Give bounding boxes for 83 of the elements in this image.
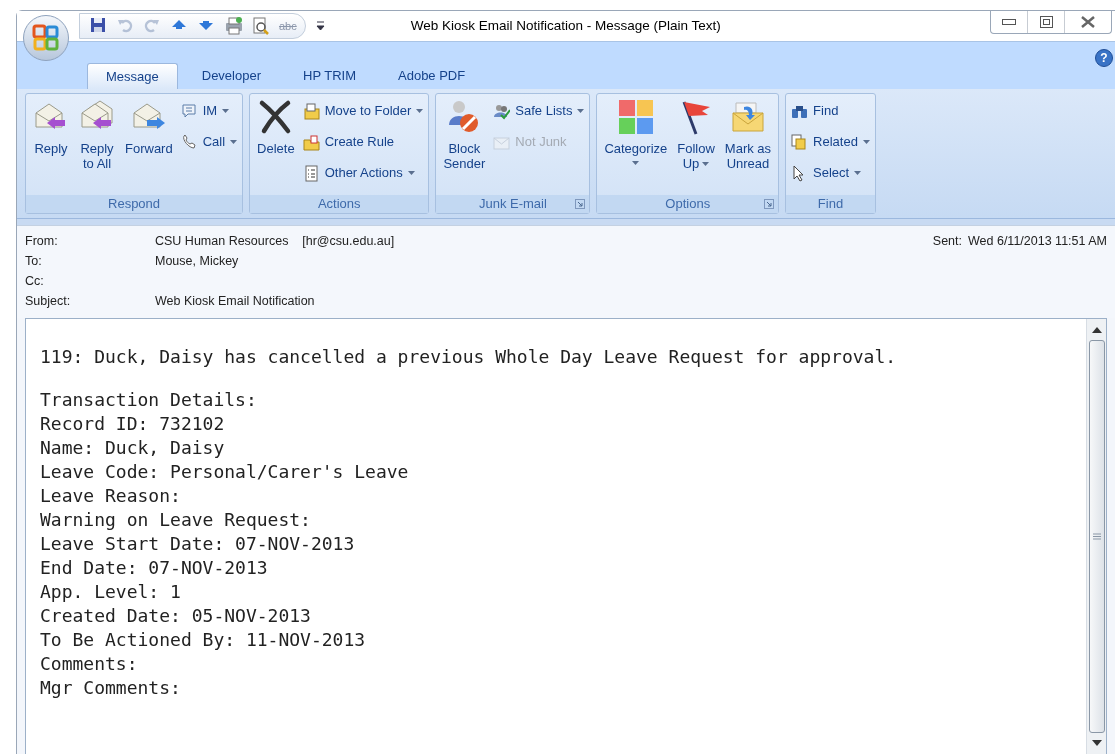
office-button[interactable]	[23, 15, 69, 61]
group-label: Junk E-mail	[478, 195, 547, 214]
message-line: Name: Duck, Daisy	[40, 436, 226, 460]
ribbon-button[interactable]: Follow Up	[673, 97, 719, 171]
minimize-icon	[1002, 19, 1016, 25]
document-list-icon	[302, 164, 320, 182]
ribbon-button[interactable]: Delete	[253, 97, 299, 156]
ribbon-button[interactable]: IM	[178, 98, 240, 124]
dropdown-caret-icon	[854, 171, 862, 175]
ribbon-button[interactable]: Mark as Unread	[720, 97, 776, 171]
group-label: Actions	[317, 195, 361, 214]
dropdown-caret-icon	[632, 161, 640, 165]
sent-date: Wed 6/11/2013 11:51 AM	[968, 233, 1107, 250]
envelope-arrow-icon	[729, 99, 766, 135]
ribbon-button[interactable]: Select	[789, 160, 872, 186]
ribbon-button[interactable]: Categorize	[600, 97, 672, 165]
dropdown-caret-icon	[416, 109, 424, 113]
dropdown-caret-icon	[577, 109, 585, 113]
scroll-thumb[interactable]	[1088, 340, 1105, 733]
folder-move-icon	[302, 102, 320, 120]
restore-icon	[1039, 16, 1053, 28]
message-line: Warning on Leave Request:	[40, 508, 312, 532]
ribbon-button[interactable]: Create Rule	[300, 129, 426, 155]
ribbon-button[interactable]: Reply to All	[75, 97, 119, 171]
phone-icon	[180, 133, 198, 151]
print-preview-icon[interactable]	[252, 17, 270, 35]
ribbon-button[interactable]: Safe Lists	[491, 98, 587, 124]
ribbon-button[interactable]: Reply	[29, 97, 73, 156]
dropdown-caret-icon	[702, 161, 710, 166]
ribbon-tab[interactable]: Developer	[183, 63, 279, 89]
dropdown-caret-icon	[862, 140, 870, 144]
people-check-icon	[493, 102, 511, 120]
scrollbar[interactable]	[1086, 319, 1106, 754]
field-label: Cc:	[25, 272, 45, 290]
ribbon-tab[interactable]: Adobe PDF	[380, 63, 484, 89]
office-logo-icon	[32, 24, 60, 52]
help-button[interactable]: ?	[1095, 49, 1113, 67]
ribbon-button[interactable]: Related	[789, 129, 872, 155]
message-line: End Date: 07-NOV-2013	[40, 556, 269, 580]
ribbon-button[interactable]: Forward	[121, 97, 177, 156]
message-line: To Be Actioned By: 11-NOV-2013	[40, 628, 367, 652]
dialog-launcher-icon[interactable]	[575, 199, 586, 209]
close-icon	[1081, 16, 1095, 28]
message-line: Mgr Comments:	[40, 676, 182, 700]
ribbon-tab[interactable]: Message	[87, 63, 178, 89]
field-label: From:	[25, 232, 59, 250]
message-line: Leave Start Date: 07-NOV-2013	[40, 532, 356, 556]
field-value: Mouse, Mickey	[155, 252, 239, 270]
dropdown-caret-icon	[222, 109, 230, 113]
field-label: Subject:	[25, 292, 72, 310]
group-label: Options	[665, 195, 711, 214]
ribbon-button[interactable]: Move to Folder	[300, 98, 426, 124]
message-line: Leave Reason:	[40, 484, 182, 508]
field-label: To:	[25, 252, 43, 270]
message-line: 119: Duck, Daisy has cancelled a previous Whole Day Leave Request for approval.	[40, 345, 898, 369]
dropdown-caret-icon	[230, 140, 238, 144]
stacked-documents-icon	[791, 133, 809, 151]
message-line: Comments:	[40, 652, 139, 676]
ribbon-button[interactable]: Other Actions	[300, 160, 426, 186]
dialog-launcher-icon[interactable]	[764, 199, 775, 209]
field-value: CSU Human Resources [hr@csu.edu.au]	[155, 232, 395, 250]
color-squares-icon	[617, 99, 654, 135]
message-line: Record ID: 732102	[40, 412, 226, 436]
ribbon-button[interactable]: Find	[789, 98, 872, 124]
group-label: Respond	[108, 195, 161, 214]
sent-label: Sent:	[932, 233, 962, 250]
speech-bubble-icon	[180, 102, 198, 120]
message-line: Transaction Details:	[40, 388, 258, 412]
field-value: Web Kiosk Email Notification	[155, 292, 315, 310]
ribbon-button[interactable]: Block Sender	[439, 97, 490, 171]
window-title: Web Kiosk Email Notification - Message (Plain Text)	[410, 16, 721, 35]
message-line: Created Date: 05-NOV-2013	[40, 604, 312, 628]
ribbon-button[interactable]: Call	[178, 129, 240, 155]
message-line: App. Level: 1	[40, 580, 182, 604]
save-icon[interactable]	[90, 17, 108, 35]
message-line: Leave Code: Personal/Carer's Leave	[40, 460, 410, 484]
folder-rule-icon	[302, 133, 320, 151]
customize-toolbar-icon	[315, 21, 325, 31]
group-label: Find	[817, 195, 844, 214]
printer-icon[interactable]	[225, 17, 243, 35]
dropdown-caret-icon	[407, 171, 415, 175]
ribbon-tab[interactable]: HP TRIM	[285, 63, 374, 89]
grip-icon	[1092, 533, 1101, 540]
